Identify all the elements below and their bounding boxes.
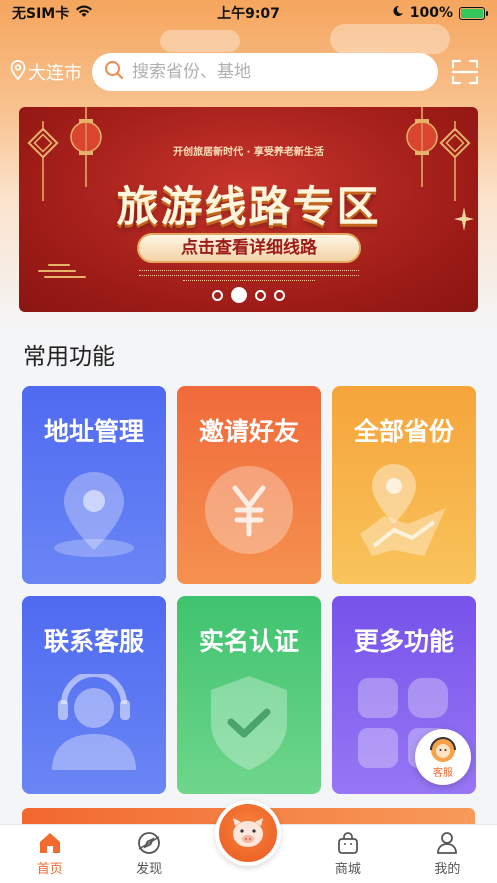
banner-detail-button[interactable]: 点击查看详细线路 xyxy=(137,233,361,263)
pagination-dot-active[interactable] xyxy=(231,287,247,303)
tile-all-provinces[interactable]: 全部省份 xyxy=(332,386,476,584)
scan-icon[interactable] xyxy=(450,57,480,87)
tile-label: 更多功能 xyxy=(353,627,454,656)
tile-label: 邀请好友 xyxy=(198,417,299,446)
section-title: 常用功能 xyxy=(23,344,115,370)
pagination-dot[interactable] xyxy=(255,289,266,301)
banner-title: 旅游线路专区 xyxy=(116,182,381,231)
center-mascot-button[interactable] xyxy=(215,800,281,866)
tab-mine[interactable]: 我的 xyxy=(398,825,497,883)
tab-label: 发现 xyxy=(136,862,163,877)
battery-percent: 100% xyxy=(409,5,453,21)
promo-banner[interactable]: 开创旅居新时代 · 享受养老新生活 旅游线路专区 点击查看详细线路 xyxy=(19,107,478,312)
pig-mascot-icon xyxy=(233,818,263,847)
status-bar: 无SIM卡 上午9:07 100% xyxy=(0,0,497,26)
tile-real-name-verification[interactable]: 实名认证 xyxy=(177,596,321,794)
shield-check-icon xyxy=(211,676,287,770)
yen-coin-icon xyxy=(205,466,293,554)
wifi-icon xyxy=(75,5,93,22)
user-icon xyxy=(437,832,458,854)
location-icon xyxy=(10,59,26,85)
battery-icon xyxy=(459,6,488,20)
tab-discover[interactable]: 发现 xyxy=(99,825,198,883)
cloud-decoration xyxy=(160,30,240,52)
tab-mall[interactable]: 商城 xyxy=(298,825,397,883)
service-avatar-icon xyxy=(430,737,456,762)
tile-invite-friends[interactable]: 邀请好友 xyxy=(177,386,321,584)
floating-service-label: 客服 xyxy=(433,768,453,779)
tab-home[interactable]: 首页 xyxy=(0,825,99,883)
tile-label: 实名认证 xyxy=(198,627,299,656)
floating-service-button[interactable]: 客服 xyxy=(415,729,471,785)
search-row: 大连市 xyxy=(10,52,487,92)
cloud-decoration xyxy=(330,24,450,54)
status-right: 100% xyxy=(392,5,488,21)
headset-user-icon xyxy=(52,674,136,770)
carrier-label: 无SIM卡 xyxy=(12,6,70,22)
tile-label: 地址管理 xyxy=(43,417,144,446)
tab-label: 首页 xyxy=(36,862,63,877)
pagination-dot[interactable] xyxy=(212,289,223,301)
city-label: 大连市 xyxy=(28,63,82,84)
search-icon xyxy=(104,60,124,84)
shopping-bag-icon xyxy=(338,832,358,854)
tile-address-management[interactable]: 地址管理 xyxy=(22,386,166,584)
tab-label: 商城 xyxy=(334,862,361,877)
tile-contact-service[interactable]: 联系客服 xyxy=(22,596,166,794)
moon-icon xyxy=(392,5,404,21)
cloud-pattern-icon xyxy=(38,264,86,278)
tile-label: 联系客服 xyxy=(43,627,144,656)
battery-fill xyxy=(461,8,483,18)
banner-fine-print xyxy=(139,270,359,283)
tab-label: 我的 xyxy=(434,862,461,877)
banner-subtitle: 开创旅居新时代 · 享受养老新生活 xyxy=(173,147,324,158)
pagination-dot[interactable] xyxy=(274,289,285,301)
map-pin-icon xyxy=(360,464,446,556)
location-pin-icon xyxy=(54,472,134,557)
search-input[interactable] xyxy=(132,62,412,82)
compass-icon xyxy=(138,832,161,854)
home-icon xyxy=(39,833,60,853)
city-selector[interactable]: 大连市 xyxy=(10,59,92,85)
status-left: 无SIM卡 xyxy=(12,3,93,23)
tile-label: 全部省份 xyxy=(353,417,454,446)
banner-pagination xyxy=(19,287,478,303)
search-box[interactable] xyxy=(92,53,438,91)
